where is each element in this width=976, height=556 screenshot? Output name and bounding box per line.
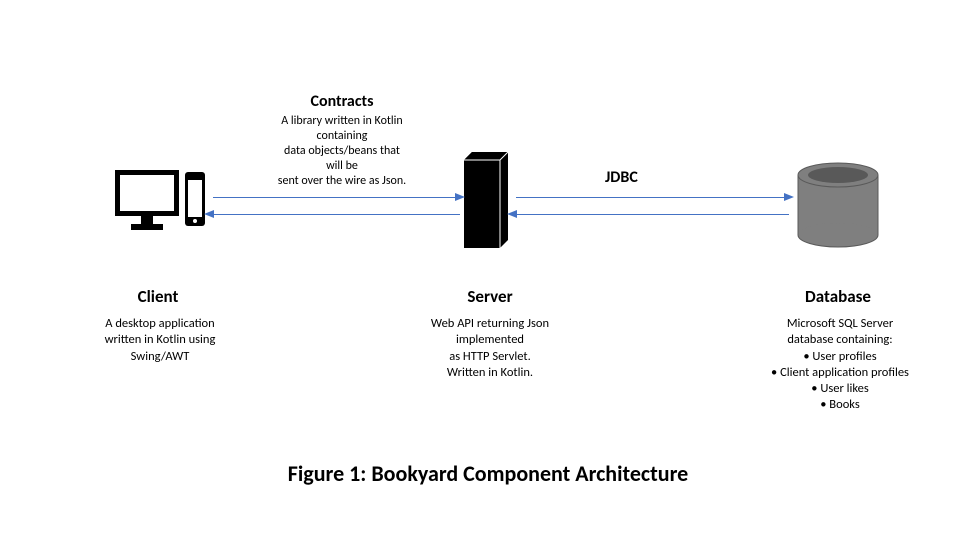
contracts-title: Contracts <box>242 92 442 111</box>
arrow-head-right-icon <box>784 193 794 201</box>
client-description: A desktop application written in Kotlin … <box>90 316 230 365</box>
arrow-db-to-server <box>516 214 789 215</box>
list-item: User profiles <box>750 349 930 365</box>
figure-caption: Figure 1: Bookyard Component Architectur… <box>0 460 976 487</box>
arrow-head-left-icon <box>204 210 214 218</box>
database-description: Microsoft SQL Server database containing… <box>750 316 930 414</box>
server-title: Server <box>440 286 540 307</box>
jdbc-label: JDBC <box>605 168 638 187</box>
contracts-description: A library written in Kotlin containing d… <box>242 114 442 189</box>
server-description: Web API returning Json implemented as HT… <box>415 316 565 381</box>
server-icon <box>464 152 514 257</box>
list-item: Books <box>750 397 930 413</box>
list-item: Client application profiles <box>750 365 930 381</box>
arrow-head-right-icon <box>455 193 465 201</box>
arrow-client-to-server <box>213 197 460 198</box>
arrow-server-to-client <box>213 214 460 215</box>
client-title: Client <box>108 286 208 307</box>
arrow-server-to-db <box>516 197 789 198</box>
arrow-head-left-icon <box>507 210 517 218</box>
contracts-block: Contracts A library written in Kotlin co… <box>242 92 442 189</box>
database-title: Database <box>788 286 888 307</box>
list-item: User likes <box>750 381 930 397</box>
database-list: User profiles Client application profile… <box>750 349 930 414</box>
client-icon <box>113 168 208 243</box>
database-icon <box>793 161 883 256</box>
